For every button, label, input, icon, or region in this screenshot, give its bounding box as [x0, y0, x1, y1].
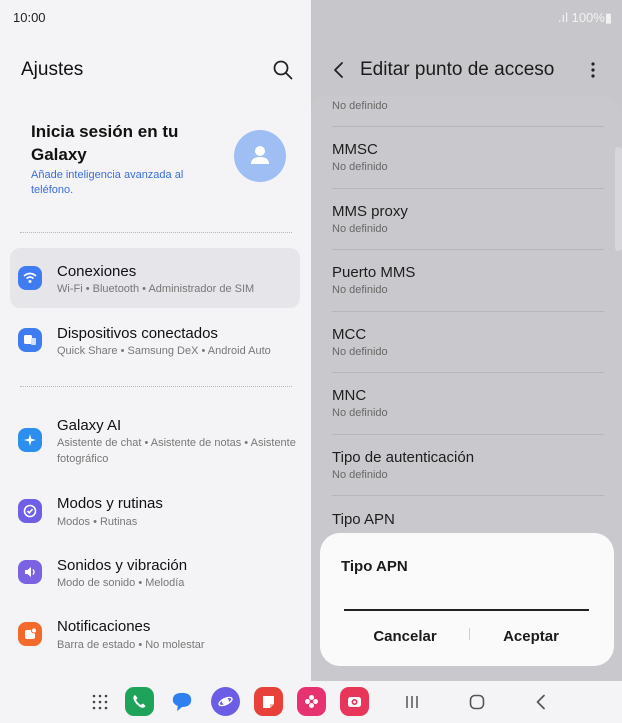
apn-type-dialog: Tipo APN Cancelar Aceptar — [320, 533, 614, 666]
account-subtitle: Añade inteligencia avanzada al teléfono. — [31, 169, 184, 196]
wifi-icon — [18, 266, 42, 290]
item-subtitle: Modos • Rutinas — [57, 516, 138, 528]
apps-grid-icon[interactable] — [92, 694, 108, 710]
accept-button[interactable]: Aceptar — [489, 623, 573, 649]
apn-row-mms-proxy[interactable]: MMS proxy No definido — [332, 203, 604, 250]
apn-row-value: No definido — [332, 223, 388, 235]
apn-row-title: MNC — [332, 387, 367, 404]
settings-item-modos[interactable]: Modos y rutinas Modos • Rutinas — [10, 487, 300, 547]
check-circle-icon — [18, 499, 42, 523]
settings-item-sonidos[interactable]: Sonidos y vibración Modo de sonido • Mel… — [10, 549, 300, 609]
sparkle-icon — [18, 428, 42, 452]
apn-row-title: MCC — [332, 326, 367, 343]
apn-row-title: Tipo de autenticación — [332, 449, 475, 466]
item-subtitle: Barra de estado • No molestar — [57, 639, 205, 651]
apn-row-title: Puerto MMS — [332, 264, 416, 281]
apn-row-tipo-autenticacion[interactable]: Tipo de autenticación No definido — [332, 449, 604, 496]
item-subtitle: Modo de sonido • Melodía — [57, 577, 185, 589]
apn-row-value: No definido — [332, 100, 388, 112]
item-title: Notificaciones — [57, 618, 151, 635]
apn-row-value: No definido — [332, 407, 388, 419]
item-title: Dispositivos conectados — [57, 325, 218, 342]
search-icon[interactable] — [272, 59, 294, 81]
settings-item-notificaciones[interactable]: Notificaciones Barra de estado • No mole… — [10, 610, 300, 670]
more-options-icon[interactable] — [589, 59, 597, 81]
browser-icon[interactable] — [211, 687, 240, 716]
apn-row-value: No definido — [332, 346, 388, 358]
home-icon[interactable] — [467, 692, 487, 712]
item-subtitle: Quick Share • Samsung DeX • Android Auto — [57, 345, 271, 357]
scrollbar[interactable] — [615, 147, 622, 251]
page-title: Ajustes — [21, 59, 84, 80]
item-subtitle: Wi-Fi • Bluetooth • Administrador de SIM — [57, 283, 255, 295]
apn-row-value: No definido — [332, 284, 388, 296]
avatar[interactable] — [234, 130, 286, 182]
divider — [20, 232, 292, 233]
apn-row-value: No definido — [332, 161, 388, 173]
messages-icon[interactable] — [168, 687, 197, 716]
back-icon[interactable] — [331, 59, 347, 81]
apn-row-mnc[interactable]: MNC No definido — [332, 387, 604, 435]
volume-icon — [18, 560, 42, 584]
recent-apps-icon[interactable] — [402, 692, 422, 712]
button-separator — [469, 628, 470, 640]
notification-icon — [18, 622, 42, 646]
status-time: 10:00 — [13, 10, 46, 25]
apn-row-title: MMS proxy — [332, 203, 408, 220]
item-title: Modos y rutinas — [57, 495, 163, 512]
status-indicators: .ıl 100%▮ — [557, 10, 612, 25]
settings-item-dispositivos[interactable]: Dispositivos conectados Quick Share • Sa… — [10, 310, 300, 370]
apn-row-value: No definido — [332, 469, 388, 481]
settings-item-conexiones[interactable]: Conexiones Wi-Fi • Bluetooth • Administr… — [10, 248, 300, 308]
item-title: Conexiones — [57, 263, 137, 280]
devices-icon — [18, 328, 42, 352]
account-title: Inicia sesión en tu Galaxy — [31, 122, 179, 164]
phone-icon[interactable] — [125, 687, 154, 716]
apn-row-title: Tipo APN — [332, 511, 395, 528]
page-title: Editar punto de acceso — [360, 59, 555, 80]
apn-row-tipo-apn[interactable]: Tipo APN — [332, 511, 604, 533]
item-title: Galaxy AI — [57, 417, 122, 434]
item-title: Sonidos y vibración — [57, 557, 188, 574]
dialog-title: Tipo APN — [341, 558, 408, 575]
settings-pane: 10:00 Ajustes Inicia sesión en tu Galaxy… — [0, 0, 311, 681]
gallery-icon[interactable] — [297, 687, 326, 716]
back-nav-icon[interactable] — [531, 692, 551, 712]
apn-row-mmsc[interactable]: MMSC No definido — [332, 141, 604, 189]
user-icon — [251, 146, 269, 164]
account-signin[interactable]: Inicia sesión en tu Galaxy Añade intelig… — [31, 120, 201, 198]
apn-row-title: MMSC — [332, 141, 378, 158]
taskbar — [0, 681, 622, 723]
cancel-button[interactable]: Cancelar — [360, 623, 450, 649]
item-subtitle: Asistente de chat • Asistente de notas •… — [57, 437, 296, 465]
apn-row-mcc[interactable]: MCC No definido — [332, 326, 604, 373]
apn-row-puerto-mms[interactable]: Puerto MMS No definido — [332, 264, 604, 312]
divider — [332, 126, 604, 127]
settings-item-galaxy-ai[interactable]: Galaxy AI Asistente de chat • Asistente … — [10, 402, 300, 478]
camera-icon[interactable] — [340, 687, 369, 716]
apn-type-input[interactable] — [344, 595, 589, 611]
notes-icon[interactable] — [254, 687, 283, 716]
divider — [20, 386, 292, 387]
